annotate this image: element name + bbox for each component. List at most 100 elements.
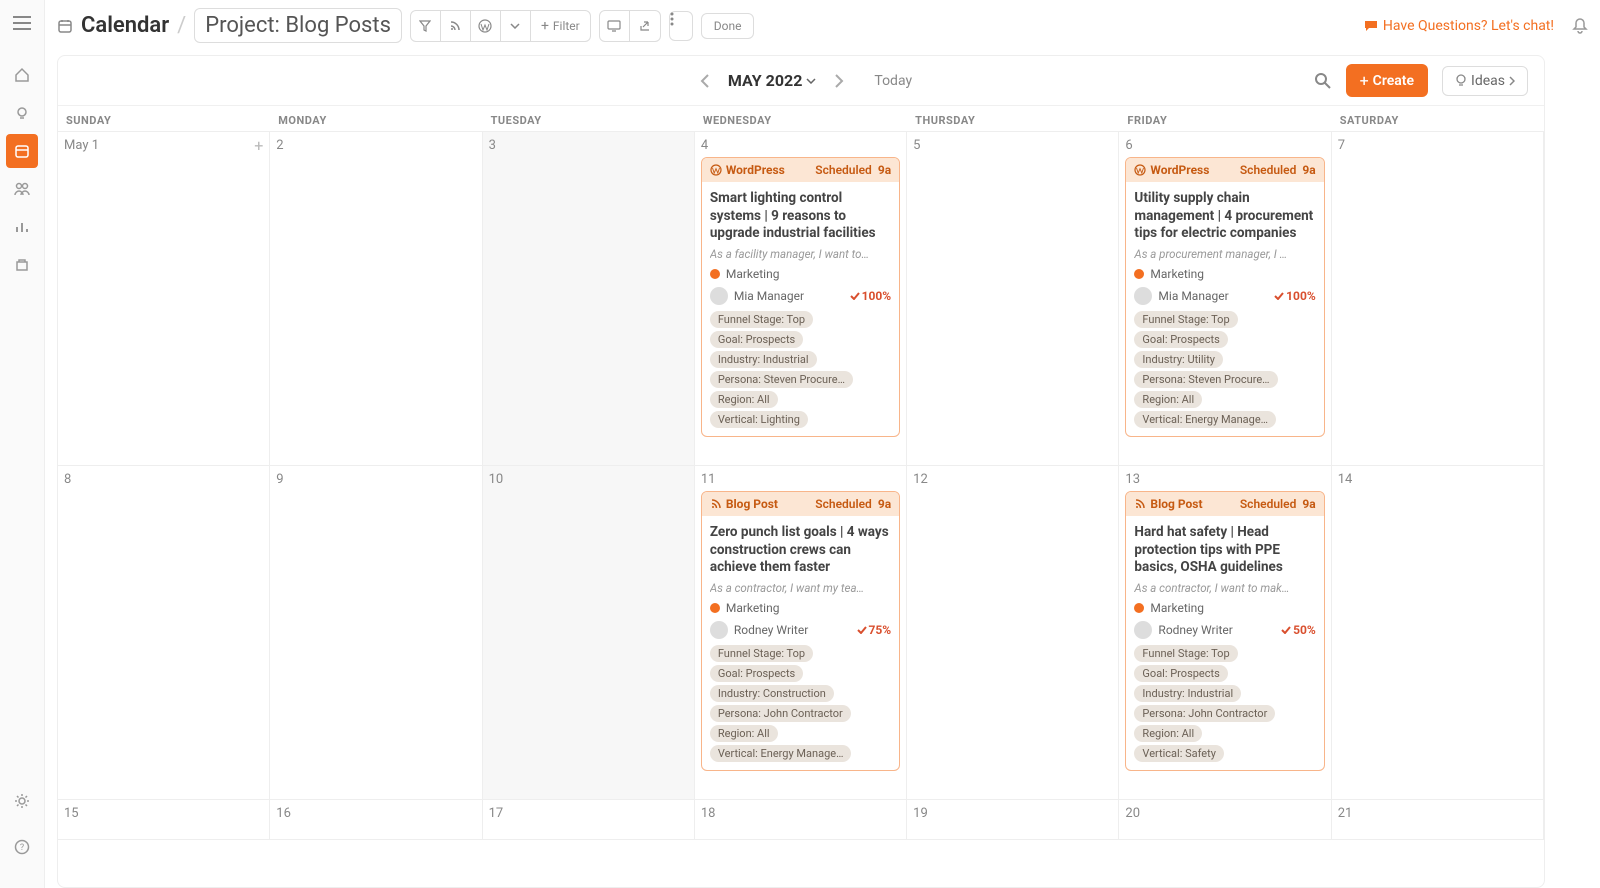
avatar [710,287,728,305]
card-tags: Funnel Stage: TopGoal: ProspectsIndustry… [1134,645,1315,762]
day-cell[interactable]: 21 [1332,800,1544,840]
category-dot [1134,269,1144,279]
nav-help[interactable]: ? [6,830,38,864]
day-cell[interactable]: 11 Blog PostScheduled9a Zero punch list go… [695,466,907,800]
day-cell[interactable]: 16 [270,800,482,840]
day-cell[interactable]: 20 [1119,800,1331,840]
next-month[interactable] [824,66,854,96]
rss-icon[interactable] [441,11,471,41]
chat-link[interactable]: Have Questions? Let's chat! [1363,18,1554,34]
day-cell[interactable]: 15 [58,800,270,840]
day-number: 21 [1338,806,1537,821]
sidebar: ? [0,0,45,888]
tag: Region: All [1134,391,1202,408]
dayname: THURSDAY [907,106,1119,131]
dayname: TUESDAY [483,106,695,131]
rss-icon [710,498,722,510]
create-button[interactable]: + Create [1346,64,1428,97]
card-category: Marketing [1134,601,1315,615]
share-icon[interactable] [630,11,660,41]
tag: Funnel Stage: Top [1134,645,1237,662]
create-label: Create [1373,73,1414,89]
day-cell[interactable]: 9 [270,466,482,800]
day-number: 10 [489,472,688,487]
day-number: 11 [701,472,900,487]
nav-home[interactable] [6,58,38,92]
card-title: Zero punch list goals | 4 ways construct… [710,524,891,577]
ideas-button[interactable]: Ideas [1442,66,1528,96]
nav-team[interactable] [6,172,38,206]
day-cell[interactable]: 13Blog PostScheduled9aHard hat safety | … [1119,466,1331,800]
day-cell[interactable]: May 1+ [58,132,270,466]
wordpress-icon[interactable] [471,11,501,41]
day-cell[interactable]: 17 [483,800,695,840]
card-category: Marketing [1134,267,1315,281]
nav-settings[interactable] [6,784,38,818]
day-cell[interactable]: 19 [907,800,1119,840]
day-number: 14 [1338,472,1537,487]
bell-icon[interactable] [1572,17,1588,35]
card-title: Smart lighting control systems | 9 reaso… [710,190,891,243]
nav-calendar[interactable] [6,134,38,168]
content-card[interactable]: WordPressScheduled9aUtility supply chain… [1125,157,1324,437]
tag: Industry: Industrial [1134,685,1241,702]
chevron-down-icon [806,78,816,84]
project-name[interactable]: Project: Blog Posts [194,8,402,43]
card-status: Scheduled [815,497,872,511]
content-card[interactable]: Blog PostScheduled9aHard hat safety | He… [1125,491,1324,771]
day-cell[interactable]: 2 [270,132,482,466]
day-cell[interactable]: 18 [695,800,907,840]
tag: Persona: John Contractor [710,705,851,722]
topbar: Calendar / Project: Blog Posts + Filter [45,0,1600,51]
prev-month[interactable] [690,66,720,96]
content-card[interactable]: WordPressScheduled9a Smart lighting contr… [701,157,900,437]
dayname: SUNDAY [58,106,270,131]
add-icon[interactable]: + [254,136,263,155]
nav-analytics[interactable] [6,210,38,244]
ideas-label: Ideas [1471,73,1505,89]
filter-button[interactable]: + Filter [531,11,590,41]
tag: Persona: Steven Procure… [1134,371,1277,388]
day-cell[interactable]: 12 [907,466,1119,800]
chat-icon [1363,19,1379,33]
card-title: Hard hat safety | Head protection tips w… [1134,524,1315,577]
month-label[interactable]: MAY 2022 [728,71,816,90]
card-percent: 100% [1274,289,1316,303]
card-percent: 100% [850,289,892,303]
card-time: 9a [1302,497,1315,511]
tag: Industry: Construction [710,685,834,702]
search-icon[interactable] [1314,72,1332,90]
done-button[interactable]: Done [701,13,755,39]
day-number: 3 [489,138,688,153]
tag: Goal: Prospects [1134,331,1227,348]
day-cell[interactable]: 7 [1332,132,1544,466]
filter-icon[interactable] [411,11,441,41]
card-status: Scheduled [1240,163,1297,177]
today-button[interactable]: Today [874,73,912,89]
day-cell[interactable]: 10 [483,466,695,800]
day-cell[interactable]: 4WordPressScheduled9aSmart lighting cont… [695,132,907,466]
card-tags: Funnel Stage: TopGoal: ProspectsIndustry… [1134,311,1315,428]
day-cell[interactable]: 5 [907,132,1119,466]
nav-assets[interactable] [6,248,38,282]
nav-ideas[interactable] [6,96,38,130]
card-header: Blog PostScheduled9a [702,492,899,516]
chevron-down-icon[interactable] [501,11,531,41]
category-dot [710,603,720,613]
day-cell[interactable]: 14 [1332,466,1544,800]
display-icon[interactable] [600,11,630,41]
day-cell[interactable]: 8 [58,466,270,800]
more-icon[interactable] [669,11,693,41]
tag: Vertical: Energy Manage… [1134,411,1276,428]
card-owner: Mia Manager [734,289,804,303]
card-status: Scheduled [1240,497,1297,511]
tag: Persona: Steven Procure… [710,371,853,388]
day-number: 16 [276,806,475,821]
hamburger-icon[interactable] [7,8,37,38]
calendar-header: MAY 2022 Today + Create Ideas [58,56,1544,106]
day-cell[interactable]: 6WordPressScheduled9aUtility supply chai… [1119,132,1331,466]
day-cell[interactable]: 3 [483,132,695,466]
check-icon [1281,626,1291,634]
card-header: WordPressScheduled9a [702,158,899,182]
content-card[interactable]: Blog PostScheduled9a Zero punch list goal… [701,491,900,771]
